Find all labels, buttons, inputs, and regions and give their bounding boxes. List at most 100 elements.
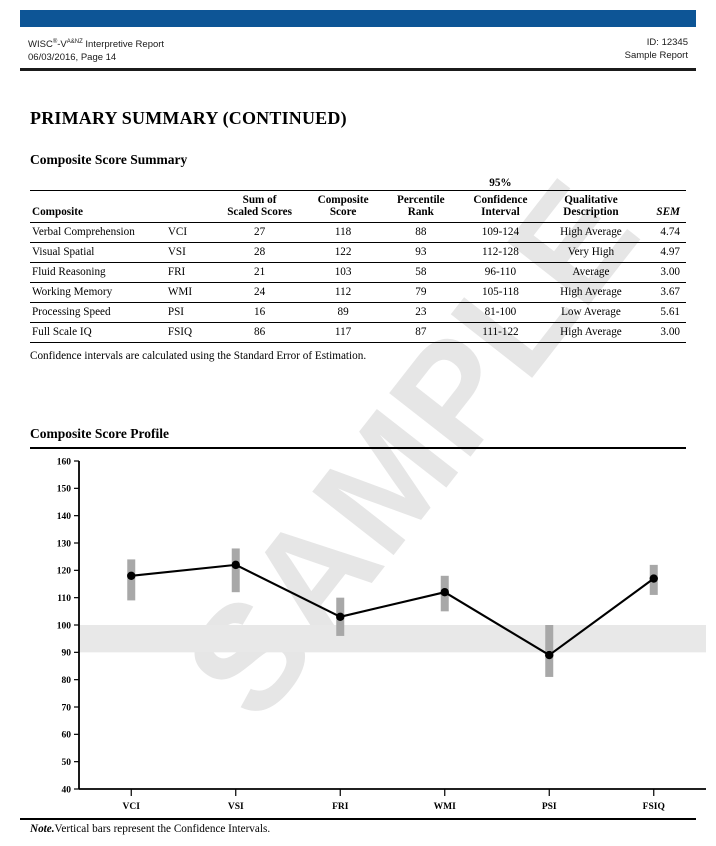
table-cell-composite-name: Processing Speed (30, 302, 166, 323)
header-product-name: WISC (28, 39, 53, 51)
table-cell-composite-score: 112 (303, 282, 383, 303)
table-cell-abbr: VCI (165, 222, 216, 243)
header-report-type: Interpretive Report (82, 39, 165, 51)
table-cell-confidence-interval: 111-122 (459, 322, 542, 343)
col-header-qual-l1: Qualitative (564, 193, 618, 206)
table-cell-qualitative: Low Average (541, 302, 641, 323)
table-cell-confidence-interval: 112-128 (459, 242, 542, 263)
ci-level-label: 95% (489, 177, 512, 189)
col-header-ci-l1: Confidence (473, 193, 528, 206)
footer-divider (20, 818, 696, 820)
table-cell-confidence-interval: 81-100 (459, 302, 542, 323)
data-point-marker (545, 650, 554, 660)
header-blue-bar (20, 10, 696, 27)
table-cell-composite-name: Working Memory (30, 282, 166, 303)
table-cell-sum-scaled: 86 (215, 322, 304, 343)
table-cell-confidence-interval: 105-118 (459, 282, 542, 303)
col-header-sum-scaled: Sum of Scaled Scores (215, 189, 304, 223)
table-row: Full Scale IQ FSIQ 86 117 87 111-122 High Aver… (30, 322, 686, 343)
composite-score-profile-chart: 40 50 60 70 80 90 100 110 120 130 140 150 160 VCI VSI F… (20, 450, 710, 815)
table-cell-percentile: 79 (382, 282, 460, 303)
table-cell-composite-score: 89 (303, 302, 383, 323)
table-head-ci-row: 95% (30, 176, 686, 190)
y-tick-label: 60 (62, 731, 72, 741)
table-cell-qualitative: High Average (541, 282, 641, 303)
table-head: 95% Composite Sum of Scaled Scores Compo… (30, 176, 686, 223)
header-edition-superscript: A&NZ (66, 39, 83, 45)
table-head-labels-row: Composite Sum of Scaled Scores Composite… (30, 189, 686, 223)
chart-top-divider (30, 447, 686, 449)
col-header-pct-l1: Percentile (397, 193, 445, 206)
y-tick-label: 130 (57, 539, 72, 549)
page-title: PRIMARY SUMMARY (CONTINUED) (30, 108, 347, 128)
table-cell-abbr: VSI (165, 242, 216, 263)
header-date-page: 06/03/2016, Page 14 (28, 52, 117, 64)
col-header-sum-l2: Scaled Scores (227, 206, 292, 218)
table-row: Visual Spatial VSI 28 122 93 112-128 Very High… (30, 242, 686, 263)
y-tick-label: 120 (57, 567, 72, 577)
table-cell-composite-score: 103 (303, 262, 383, 283)
table-cell-abbr: FRI (165, 262, 216, 283)
table-cell-abbr: FSIQ (165, 322, 216, 343)
table-row: Verbal Comprehension VCI 27 118 88 109-124 Hig… (30, 222, 686, 243)
data-point-marker (649, 574, 658, 583)
composite-score-table-wrap: 95% Composite Sum of Scaled Scores Compo… (30, 176, 686, 343)
x-tick-label: FRI (332, 802, 349, 812)
col-header-composite-score: Composite Score (303, 189, 383, 223)
data-point-marker (127, 571, 136, 580)
col-header-composite-l2: Composite (32, 206, 83, 218)
table-cell-sem: 4.74 (640, 222, 686, 243)
table-cell-abbr: WMI (165, 282, 216, 303)
y-tick-label: 80 (62, 676, 72, 686)
col-header-ci-l2: Interval (481, 206, 520, 218)
header-left-block: WISC®-VA&NZ Interpretive Report 06/03/20… (28, 36, 164, 64)
footnote-text: Vertical bars represent the Confidence I… (54, 823, 271, 835)
x-tick-label: VCI (123, 802, 141, 812)
table-cell-sum-scaled: 24 (215, 282, 304, 303)
table-cell-composite-name: Full Scale IQ (30, 322, 166, 343)
y-tick-label: 40 (62, 785, 72, 795)
table-cell-abbr: PSI (165, 302, 216, 323)
table-cell-composite-name: Visual Spatial (30, 242, 166, 263)
header-product-suffix: -V (57, 39, 67, 51)
confidence-interval-bar (231, 548, 240, 593)
x-tick-label: PSI (542, 802, 557, 812)
chart-footnote: Note.Vertical bars represent the Confide… (30, 823, 270, 835)
table-cell-percentile: 93 (382, 242, 460, 263)
col-header-comp-l2: Score (329, 206, 357, 218)
table-cell-sem: 4.97 (640, 242, 686, 263)
y-tick-label: 150 (57, 485, 72, 495)
col-header-comp-l1: Composite (317, 193, 369, 206)
table-cell-confidence-interval: 96-110 (459, 262, 542, 283)
composite-profile-heading: Composite Score Profile (30, 426, 169, 441)
col-header-qualitative-description: Qualitative Description (541, 189, 641, 223)
table-cell-sem: 3.67 (640, 282, 686, 303)
table-cell-confidence-interval: 109-124 (459, 222, 542, 243)
col-header-sum-l1: Sum of (242, 193, 277, 206)
table-row: Fluid Reasoning FRI 21 103 58 96-110 Average 3.… (30, 262, 686, 283)
table-cell-composite-score: 122 (303, 242, 383, 263)
table-cell-qualitative: High Average (541, 322, 641, 343)
col-header-sem-l2: SEM (656, 206, 680, 218)
x-tick-label: WMI (434, 802, 456, 812)
table-cell-composite-name: Verbal Comprehension (30, 222, 166, 243)
table-cell-qualitative: High Average (541, 222, 641, 243)
average-range-band (79, 625, 706, 653)
x-tick-label: FSIQ (643, 802, 665, 812)
table-cell-qualitative: Average (541, 262, 641, 283)
data-point-marker (336, 612, 345, 621)
table-body: Verbal Comprehension VCI 27 118 88 109-124 Hig… (30, 222, 686, 343)
table-cell-sem: 5.61 (640, 302, 686, 323)
table-cell-sum-scaled: 27 (215, 222, 304, 243)
col-header-pct-l2: Rank (407, 206, 434, 218)
confidence-interval-note: Confidence intervals are calculated usin… (30, 350, 367, 362)
col-header-qual-l2: Description (563, 206, 619, 218)
header-product-line: WISC®-VA&NZ Interpretive Report (28, 36, 164, 51)
page-header: WISC®-VA&NZ Interpretive Report 06/03/20… (28, 36, 688, 64)
table-cell-composite-name: Fluid Reasoning (30, 262, 166, 283)
y-tick-label: 140 (57, 512, 72, 522)
col-header-abbr (165, 189, 216, 223)
y-tick-label: 70 (62, 703, 72, 713)
table-cell-qualitative: Very High (541, 242, 641, 263)
chart-svg: 40 50 60 70 80 90 100 110 120 130 140 150 160 VCI VSI F… (57, 457, 706, 812)
